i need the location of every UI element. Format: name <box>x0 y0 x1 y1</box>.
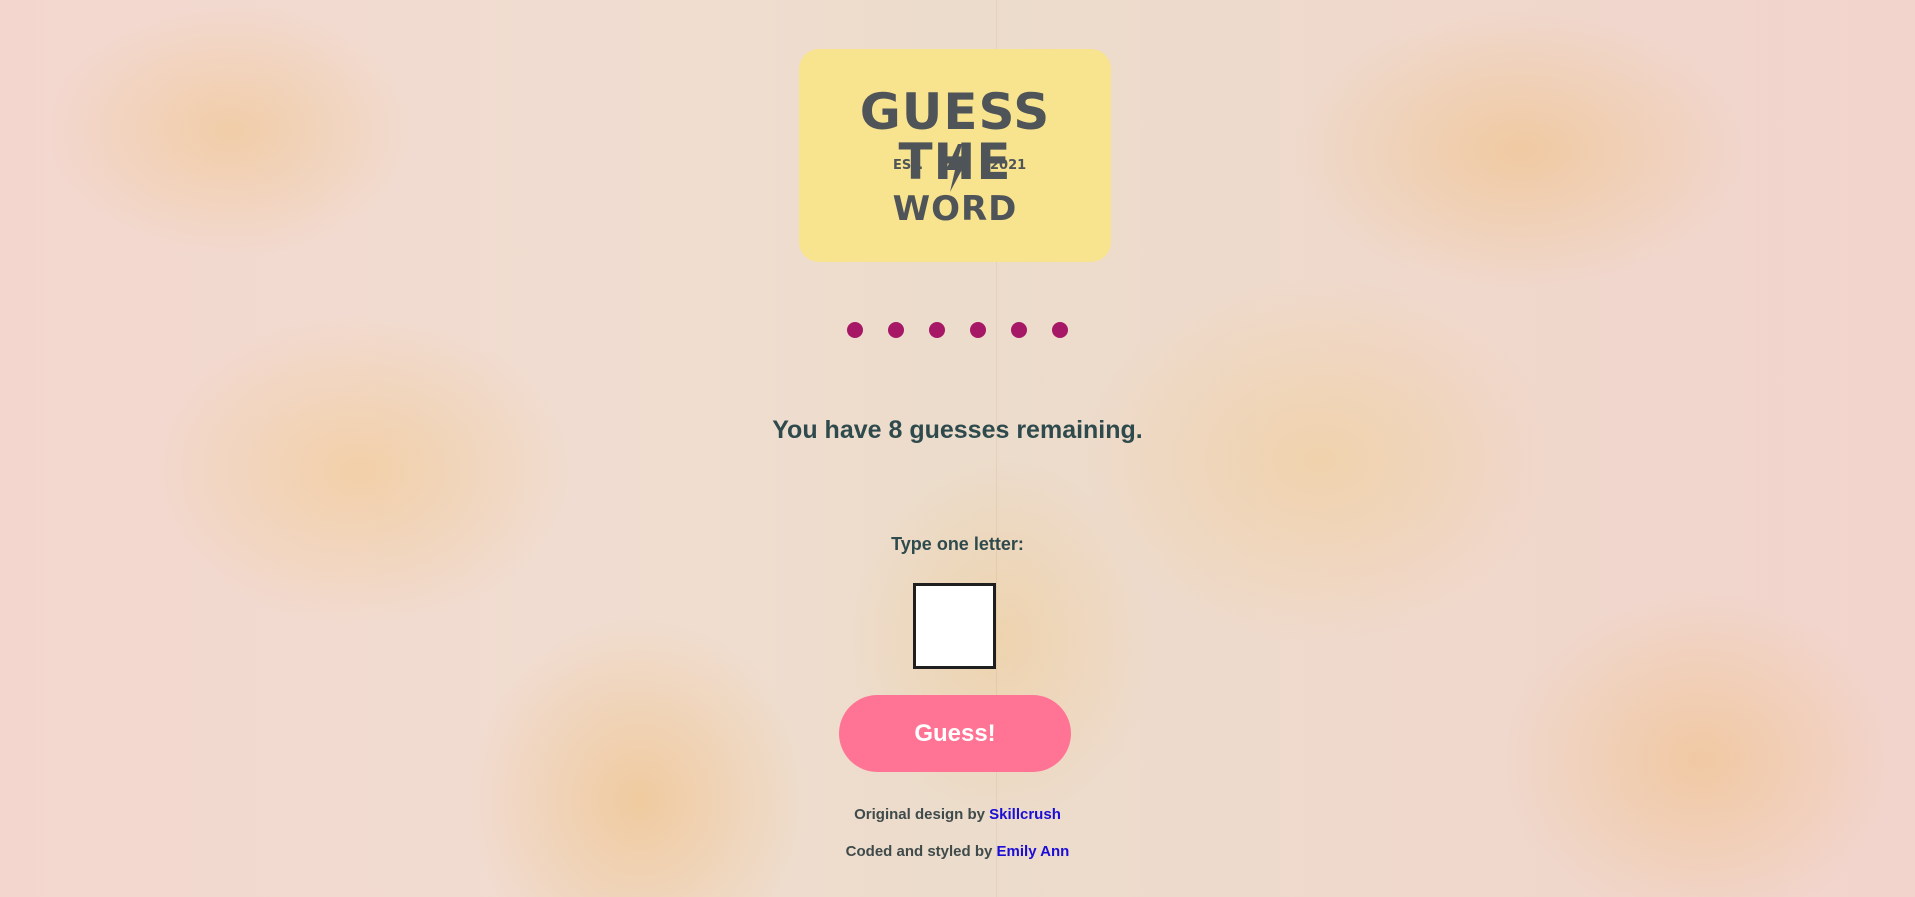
logo-established-row: EST. 2021 <box>799 144 1111 194</box>
word-in-progress <box>0 322 1915 338</box>
lightning-bolt-icon <box>946 144 966 192</box>
letter-input-label: Type one letter: <box>891 534 1024 554</box>
skillcrush-link[interactable]: Skillcrush <box>989 806 1061 823</box>
credit-original-design: Original design by Skillcrush <box>0 806 1915 823</box>
game-container: GUESS THE EST. 2021 WORD You have 8 gues… <box>0 0 1915 897</box>
credit-coded-by-prefix: Coded and styled by <box>845 843 993 860</box>
letter-input[interactable] <box>913 583 996 669</box>
logo-est-label: EST. <box>893 158 924 173</box>
guesses-remaining-message: You have 8 guesses remaining. <box>772 416 1143 444</box>
hidden-letter-dot <box>929 322 945 338</box>
emily-ann-link[interactable]: Emily Ann <box>997 843 1070 860</box>
hidden-letter-dot <box>1052 322 1068 338</box>
logo-year-label: 2021 <box>990 158 1027 173</box>
hidden-letter-dot <box>847 322 863 338</box>
guess-the-word-logo: GUESS THE EST. 2021 WORD <box>799 49 1111 262</box>
guess-button[interactable]: Guess! <box>839 695 1071 772</box>
hidden-letter-dot <box>888 322 904 338</box>
hidden-letter-dot <box>970 322 986 338</box>
hidden-letter-dot <box>1011 322 1027 338</box>
credit-original-design-prefix: Original design by <box>854 806 985 823</box>
logo-title-line2: WORD <box>892 189 1018 229</box>
credit-coded-by: Coded and styled by Emily Ann <box>0 843 1915 860</box>
